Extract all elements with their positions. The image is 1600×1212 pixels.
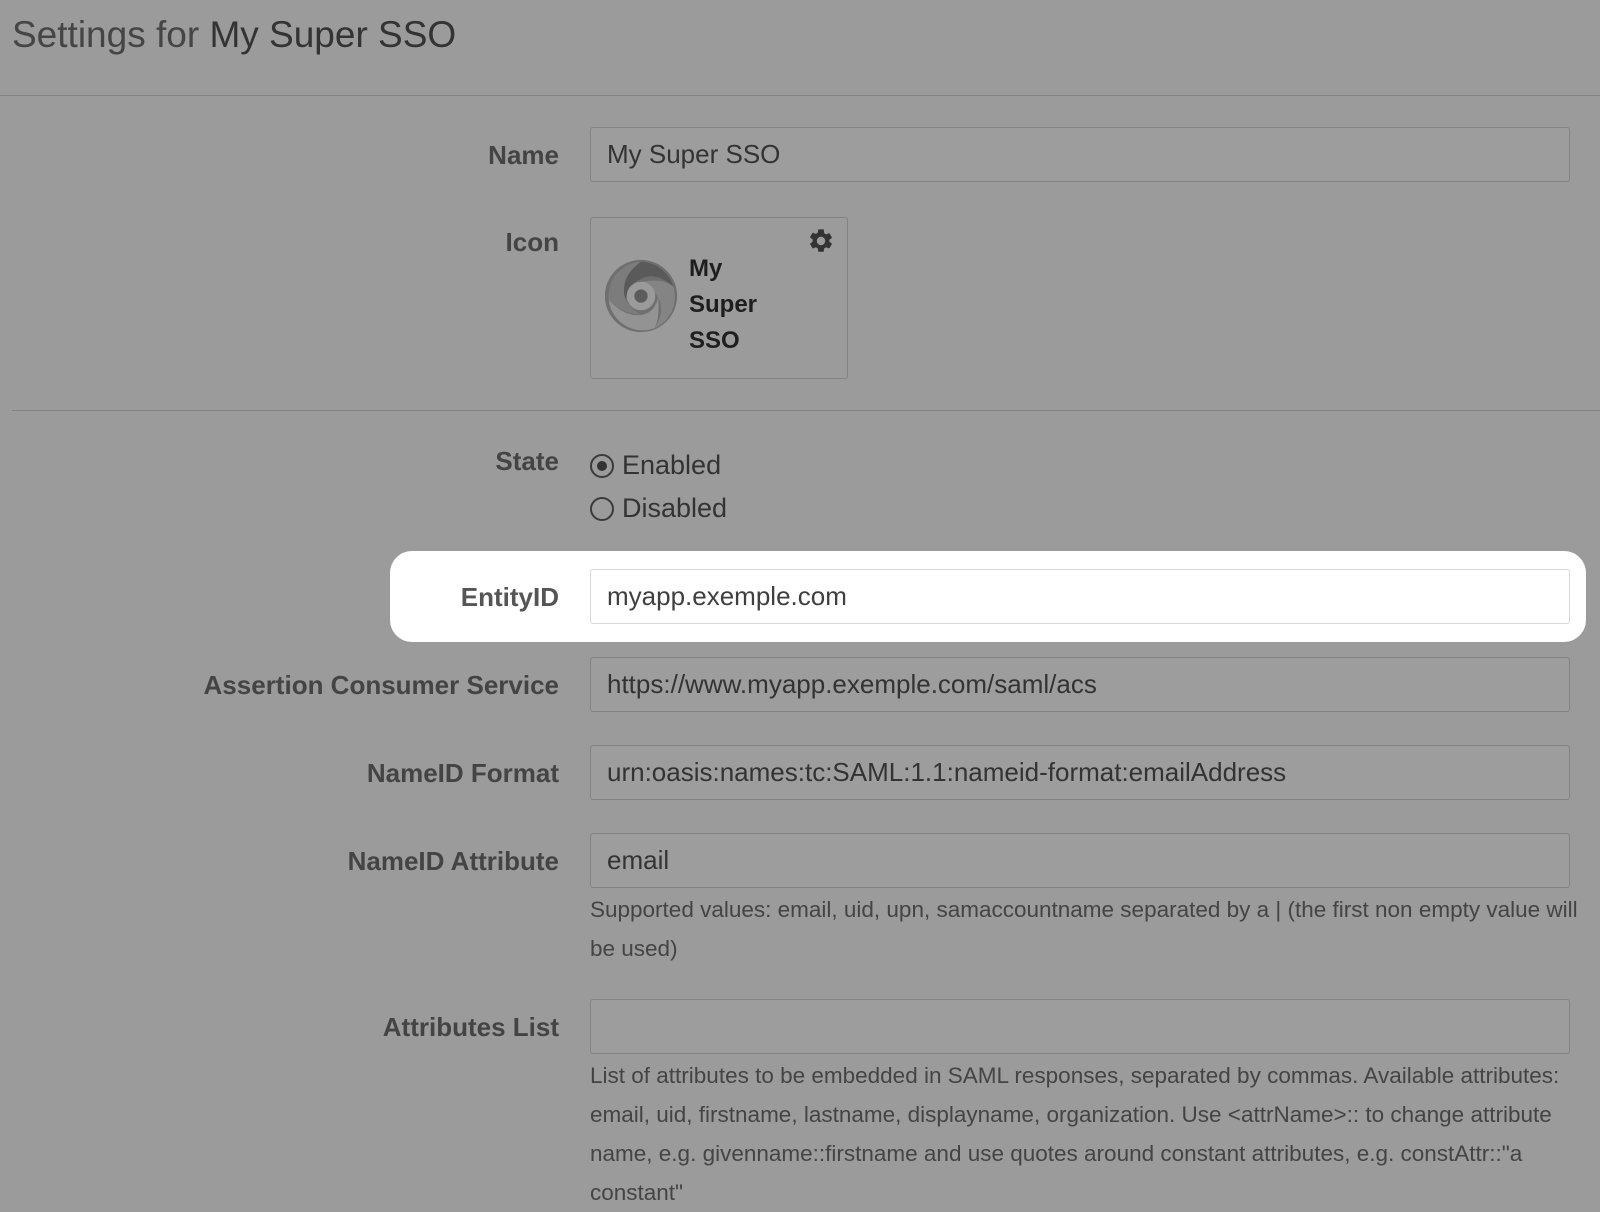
nameid-attribute-input[interactable] <box>590 833 1570 888</box>
page-title: Settings for My Super SSO <box>12 14 456 56</box>
entityid-input[interactable] <box>590 569 1570 624</box>
swirl-logo-icon <box>604 259 678 333</box>
gear-icon[interactable] <box>807 227 835 255</box>
acs-input[interactable] <box>590 657 1570 712</box>
acs-label: Assertion Consumer Service <box>203 670 559 700</box>
header-divider <box>0 95 1600 96</box>
nameid-attribute-help: Supported values: email, uid, upn, samac… <box>590 897 1578 961</box>
entityid-label: EntityID <box>460 582 559 612</box>
name-label: Name <box>488 140 559 170</box>
icon-card[interactable]: My Super SSO <box>590 217 848 379</box>
state-disabled-option[interactable]: Disabled <box>590 493 727 524</box>
nameid-attribute-label: NameID Attribute <box>347 846 559 876</box>
icon-label: Icon <box>505 227 559 257</box>
state-enabled-label: Enabled <box>622 450 722 480</box>
attributes-list-help: List of attributes to be embedded in SAM… <box>590 1063 1560 1205</box>
state-enabled-option[interactable]: Enabled <box>590 450 721 481</box>
icon-card-title: My Super SSO <box>689 255 758 354</box>
nameid-format-label: NameID Format <box>366 758 559 788</box>
state-label: State <box>495 446 559 476</box>
attributes-list-input[interactable] <box>590 999 1570 1054</box>
attributes-list-label: Attributes List <box>382 1012 559 1042</box>
state-enabled-radio[interactable] <box>590 453 614 478</box>
page-title-prefix: Settings for <box>12 14 200 55</box>
page-title-app-name: My Super SSO <box>209 14 457 55</box>
state-disabled-label: Disabled <box>622 493 728 523</box>
state-disabled-radio[interactable] <box>590 496 614 521</box>
section-divider <box>12 410 1600 411</box>
nameid-format-input[interactable] <box>590 745 1570 800</box>
name-input[interactable] <box>590 127 1570 182</box>
